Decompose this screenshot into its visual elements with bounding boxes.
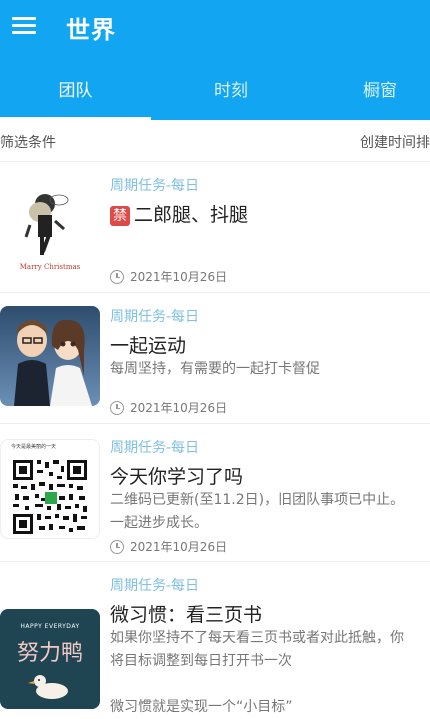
item-title: 禁二郎腿、抖腿 <box>110 200 248 227</box>
list-item[interactable]: 今天是最美丽的一天 周期任务-每日 今天你学习了吗 二维码已更新(至11.2日)… <box>0 425 430 562</box>
duck-icon <box>28 675 68 699</box>
item-date-text: 2021年10月26日 <box>130 401 228 415</box>
cartoon-figure-icon <box>24 194 69 255</box>
item-date: 2021年10月26日 <box>110 399 227 416</box>
item-date-text: 2021年10月26日 <box>130 540 228 554</box>
item-thumbnail: Marry Christmas <box>0 177 100 277</box>
item-description-line-1: 二维码已更新(至11.2日)，旧团队事项已中止。 <box>110 492 405 508</box>
item-tag: 周期任务-每日 <box>110 178 200 194</box>
item-tag: 周期任务-每日 <box>110 309 200 325</box>
item-thumbnail <box>0 306 100 406</box>
clock-icon <box>110 400 124 415</box>
sort-by-created-time-button[interactable]: 创建时间排 <box>360 132 430 152</box>
filter-bar: 筛选条件 创建时间排 <box>0 120 430 162</box>
thumbnail-caption: Marry Christmas <box>19 263 81 271</box>
page-title: 世界 <box>66 16 116 44</box>
item-description: 每周坚持，有需要的一起打卡督促 <box>110 361 320 377</box>
menu-icon[interactable] <box>12 14 38 36</box>
item-thumbnail: 今天是最美丽的一天 <box>0 439 100 539</box>
item-date-text: 2021年10月26日 <box>130 270 228 284</box>
item-thumbnail: HAPPY EVERYDAY 努力鸭 <box>0 609 100 709</box>
item-title: 今天你学习了吗 <box>110 466 244 488</box>
ban-icon: 禁 <box>110 206 130 226</box>
item-tag: 周期任务-每日 <box>110 440 200 456</box>
item-description-line-2: 将目标调整到每日打开书一次 <box>110 653 292 669</box>
item-description-line-2: 一起进步成长。 <box>110 515 208 531</box>
qr-code-icon <box>13 460 87 534</box>
tab-team[interactable]: 团队 <box>0 68 151 120</box>
list-item[interactable]: Marry Christmas 周期任务-每日 禁二郎腿、抖腿 2021年10月… <box>0 163 430 293</box>
app-bar: 世界 团队 时刻 橱窗 <box>0 0 430 120</box>
item-title-text: 二郎腿、抖腿 <box>134 204 249 226</box>
thumbnail-caption: 今天是最美丽的一天 <box>11 444 57 450</box>
item-title: 微习惯：看三页书 <box>110 604 263 626</box>
item-description-line-4-text: 微习惯就是实现一个“小目标” <box>110 699 293 715</box>
item-tag: 周期任务-每日 <box>110 578 200 594</box>
tab-bar: 团队 时刻 橱窗 <box>0 68 430 120</box>
tab-showcase[interactable]: 橱窗 <box>330 68 430 120</box>
item-title: 一起运动 <box>110 335 187 357</box>
list-item[interactable]: 周期任务-每日 一起运动 每周坚持，有需要的一起打卡督促 2021年10月26日 <box>0 294 430 424</box>
clock-icon <box>110 539 124 554</box>
list-item[interactable]: HAPPY EVERYDAY 努力鸭 周期任务-每日 微习惯：看三页书 如果你坚… <box>0 563 430 719</box>
filter-conditions-button[interactable]: 筛选条件 <box>0 132 56 152</box>
clock-icon <box>110 269 124 284</box>
item-date: 2021年10月26日 <box>110 538 227 555</box>
item-description-line-1: 如果你坚持不了每天看三页书或者对此抵触，你 <box>110 630 404 646</box>
couple-portrait-icon <box>14 319 92 406</box>
item-date: 2021年10月26日 <box>110 268 227 285</box>
tab-moments[interactable]: 时刻 <box>151 68 311 120</box>
